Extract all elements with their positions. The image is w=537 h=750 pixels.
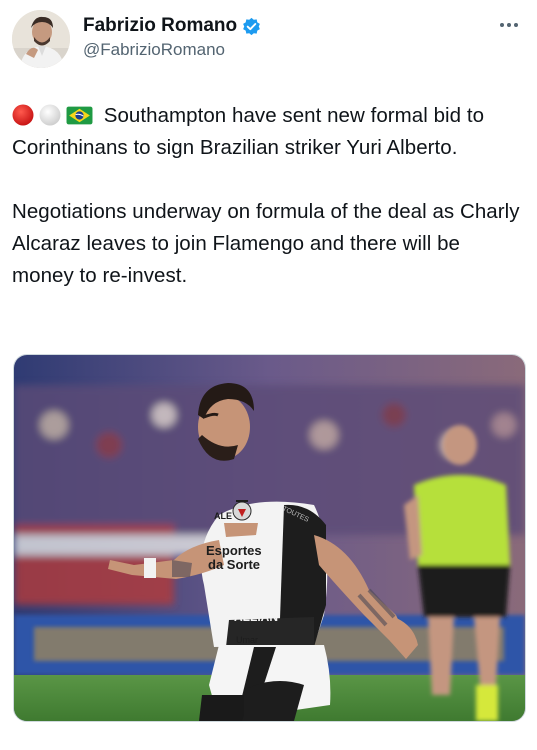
- tweet-paragraph-1: Southampton have sent new formal bid to …: [12, 100, 527, 164]
- svg-text:Esportes: Esportes: [206, 543, 262, 558]
- more-dots-icon: [500, 23, 518, 27]
- author-names: Fabrizio Romano @FabrizioRomano: [83, 14, 261, 62]
- more-horizontal-icon[interactable]: [497, 18, 521, 34]
- tweet-paragraph-2: Negotiations underway on formula of the …: [12, 200, 520, 287]
- white-circle-icon: [39, 104, 61, 126]
- brazil-flag-icon: [66, 106, 93, 125]
- tweet-text: Southampton have sent new formal bid to …: [12, 100, 527, 292]
- display-name-text[interactable]: Fabrizio Romano: [83, 14, 237, 38]
- tweet-header: Fabrizio Romano @FabrizioRomano: [12, 8, 525, 72]
- display-name[interactable]: Fabrizio Romano: [83, 14, 261, 38]
- red-circle-icon: [12, 104, 34, 126]
- svg-text:ALLIAN: ALLIAN: [234, 610, 278, 624]
- svg-text:Umar: Umar: [236, 635, 258, 645]
- tweet-photo[interactable]: ALE Esportes da Sorte ALLIAN Umar TOUTES: [13, 354, 526, 722]
- svg-text:da Sorte: da Sorte: [208, 557, 260, 572]
- verified-badge-icon: [243, 17, 261, 35]
- author-handle[interactable]: @FabrizioRomano: [83, 38, 261, 62]
- football-player-photo: ALE Esportes da Sorte ALLIAN Umar TOUTES: [14, 355, 525, 721]
- avatar[interactable]: [12, 10, 70, 68]
- profile-photo-icon: [12, 10, 70, 68]
- svg-text:ALE: ALE: [214, 511, 232, 521]
